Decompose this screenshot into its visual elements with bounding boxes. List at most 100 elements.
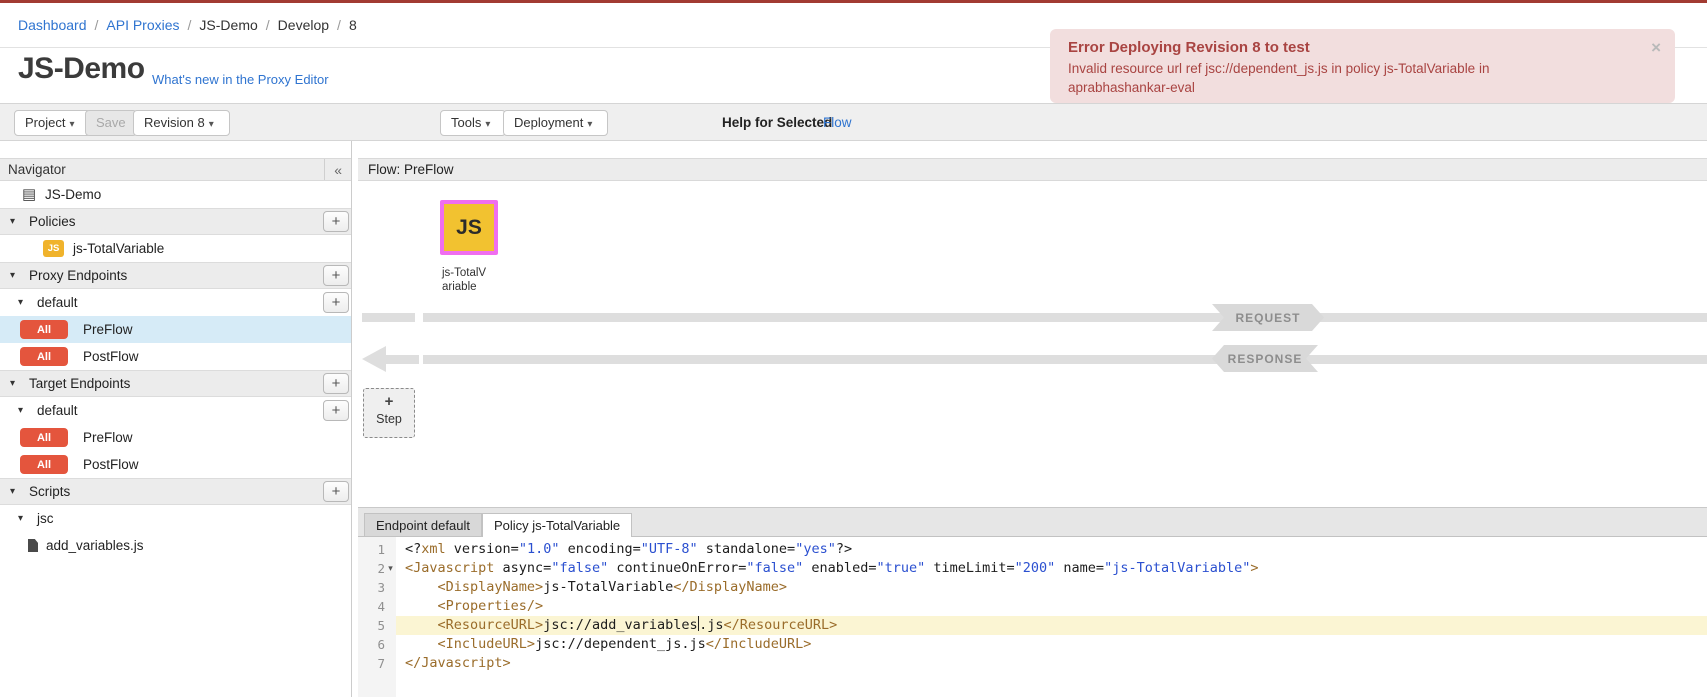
sidebar-item-jsc[interactable]: ▾jsc (0, 505, 351, 532)
line-number: 4 (358, 597, 385, 616)
code-line-6[interactable]: 6 <IncludeURL>jsc://dependent_js.js</Inc… (358, 635, 1707, 654)
code-text: <Properties/> (396, 597, 1707, 616)
js-policy-node[interactable]: JS (440, 200, 498, 255)
apigee-proxy-editor: Dashboard/API Proxies/JS-Demo/Develop/8 … (0, 0, 1707, 697)
flow-help-link[interactable]: Flow (823, 115, 852, 130)
sidebar-item-add-variables-js[interactable]: add_variables.js (0, 532, 351, 559)
js-policy-label: js-TotalV ariable (442, 266, 486, 294)
all-conditions-badge: All (20, 347, 68, 366)
add-step-button[interactable]: + Step (363, 388, 415, 438)
caret-down-icon[interactable]: ▾ (18, 513, 32, 524)
navigator-tree: ▤JS-Demo ▾ Policies + JSjs-TotalVariable ▾ Pro… (0, 181, 351, 559)
caret-down-icon[interactable]: ▾ (10, 378, 24, 389)
sidebar-item-label: default (37, 403, 78, 418)
tab-endpoint-default[interactable]: Endpoint default (364, 513, 482, 536)
breadcrumb-item-develop: Develop (278, 17, 329, 33)
breadcrumb-separator: / (266, 17, 270, 33)
add-button[interactable]: + (323, 400, 349, 421)
fold-spacer (385, 597, 396, 616)
sidebar-section-proxy-endpoints[interactable]: ▾ Proxy Endpoints + (0, 262, 351, 289)
close-icon[interactable]: × (1651, 38, 1661, 58)
breadcrumb-item-js-demo: JS-Demo (199, 17, 257, 33)
page-title: JS-Demo (18, 52, 145, 86)
sidebar-item-label: add_variables.js (46, 538, 144, 553)
tab-policy-js-totalvariable[interactable]: Policy js-TotalVariable (482, 513, 632, 537)
add-button[interactable]: + (323, 265, 349, 286)
caret-down-icon[interactable]: ▾ (18, 405, 32, 416)
code-text: <Javascript async="false" continueOnErro… (396, 559, 1707, 578)
line-number-gutter: 1 (358, 540, 396, 559)
add-button[interactable]: + (323, 481, 349, 502)
proxy-icon: ▤ (22, 187, 37, 202)
code-editor[interactable]: 1<?xml version="1.0" encoding="UTF-8" st… (358, 537, 1707, 697)
add-button[interactable]: + (323, 211, 349, 232)
flow-panel: Flow: PreFlow JS js-TotalV ariable REQUE… (358, 141, 1707, 697)
step-button-label: Step (364, 412, 414, 426)
tools-button[interactable]: Tools▾ (440, 110, 506, 136)
breadcrumb-item-dashboard[interactable]: Dashboard (18, 17, 87, 33)
sidebar-item-postflow[interactable]: All PostFlow (0, 343, 351, 370)
line-number-gutter: 5 (358, 616, 396, 635)
error-alert-message: Invalid resource url ref jsc://dependent… (1068, 59, 1657, 78)
sidebar-section-scripts[interactable]: ▾ Scripts + (0, 478, 351, 505)
all-conditions-badge: All (20, 428, 68, 447)
add-button[interactable]: + (323, 373, 349, 394)
sidebar-section-target-endpoints[interactable]: ▾ Target Endpoints + (0, 370, 351, 397)
code-text: <IncludeURL>jsc://dependent_js.js</Inclu… (396, 635, 1707, 654)
flow-canvas: JS js-TotalV ariable REQUEST RESPONSE + … (358, 181, 1707, 507)
sidebar-item-label: Scripts (29, 484, 70, 499)
caret-down-icon[interactable]: ▾ (10, 270, 24, 281)
request-label-chevron: REQUEST (1212, 304, 1324, 331)
code-line-3[interactable]: 3 <DisplayName>js-TotalVariable</Display… (358, 578, 1707, 597)
caret-down-icon[interactable]: ▾ (10, 486, 24, 497)
all-conditions-badge: All (20, 455, 68, 474)
save-button[interactable]: Save (85, 110, 137, 136)
fold-caret-icon[interactable]: ▾ (385, 559, 396, 578)
breadcrumb-item-api-proxies[interactable]: API Proxies (106, 17, 179, 33)
code-line-4[interactable]: 4 <Properties/> (358, 597, 1707, 616)
code-text: <DisplayName>js-TotalVariable</DisplayNa… (396, 578, 1707, 597)
caret-down-icon[interactable]: ▾ (18, 297, 32, 308)
fold-spacer (385, 635, 396, 654)
sidebar-item-default[interactable]: ▾default+ (0, 289, 351, 316)
sidebar-item-preflow[interactable]: All PreFlow (0, 424, 351, 451)
flow-header-title: Flow: PreFlow (368, 162, 454, 177)
sidebar-item-default[interactable]: ▾ default + (0, 397, 351, 424)
js-policy-icon: JS (456, 216, 482, 240)
sidebar-item-label: Proxy Endpoints (29, 268, 127, 283)
sidebar-item-label: Target Endpoints (29, 376, 130, 391)
revision-button[interactable]: Revision 8▾ (133, 110, 230, 136)
request-line-segment (362, 313, 415, 322)
line-number: 2 (358, 559, 385, 578)
chevron-down-icon: ▾ (209, 119, 214, 130)
sidebar-section-policies[interactable]: ▾ Policies + (0, 208, 351, 235)
sidebar-item-preflow[interactable]: AllPreFlow (0, 316, 351, 343)
caret-down-icon[interactable]: ▾ (10, 216, 24, 227)
sidebar-item-label: PreFlow (83, 430, 133, 445)
sidebar-item-js-demo[interactable]: ▤JS-Demo (0, 181, 351, 208)
whats-new-link[interactable]: What's new in the Proxy Editor (152, 72, 329, 87)
sidebar-item-postflow[interactable]: AllPostFlow (0, 451, 351, 478)
fold-spacer (385, 654, 396, 673)
breadcrumb-items: Dashboard/API Proxies/JS-Demo/Develop/8 (18, 17, 361, 33)
sidebar-item-label: PostFlow (83, 349, 139, 364)
sidebar-item-label: Policies (29, 214, 76, 229)
response-label-chevron: RESPONSE (1212, 345, 1318, 372)
navigator-title: Navigator (8, 162, 66, 177)
code-line-7[interactable]: 7</Javascript> (358, 654, 1707, 673)
editor-tabs: Endpoint defaultPolicy js-TotalVariable (364, 513, 632, 536)
line-number: 3 (358, 578, 385, 597)
breadcrumb-separator: / (337, 17, 341, 33)
fold-spacer (385, 616, 396, 635)
code-line-5[interactable]: 5 <ResourceURL>jsc://add_variables.js</R… (358, 616, 1707, 635)
code-text: <ResourceURL>jsc://add_variables.js</Res… (396, 616, 1707, 635)
add-button[interactable]: + (323, 292, 349, 313)
project-button[interactable]: Project▾ (14, 110, 91, 136)
line-number: 5 (358, 616, 385, 635)
collapse-sidebar-button[interactable]: « (324, 159, 351, 180)
line-number: 7 (358, 654, 385, 673)
code-line-1[interactable]: 1<?xml version="1.0" encoding="UTF-8" st… (358, 540, 1707, 559)
deployment-button[interactable]: Deployment▾ (503, 110, 608, 136)
sidebar-item-js-totalvariable[interactable]: JSjs-TotalVariable (0, 235, 351, 262)
code-line-2[interactable]: 2▾<Javascript async="false" continueOnEr… (358, 559, 1707, 578)
